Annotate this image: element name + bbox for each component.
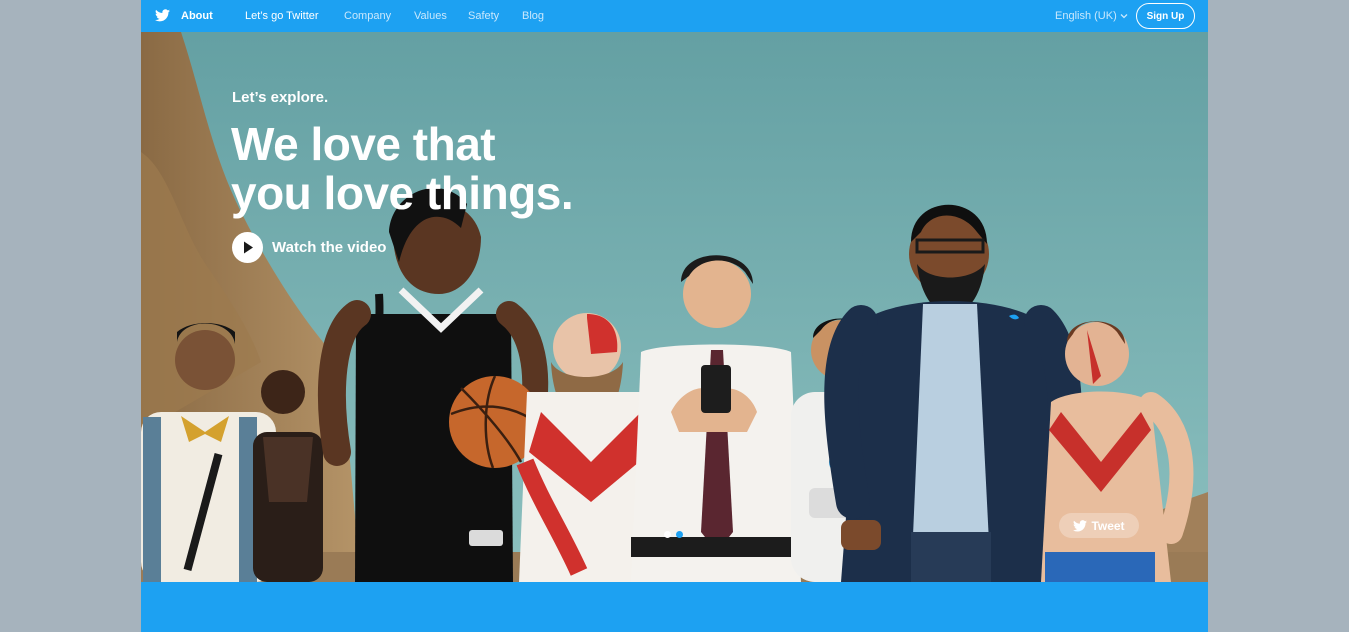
watch-video-button[interactable]: Watch the video [232, 232, 386, 263]
language-label: English (UK) [1055, 10, 1117, 22]
hero-title-line1: We love that [231, 118, 496, 170]
sign-up-button[interactable]: Sign Up [1136, 3, 1195, 29]
hero-banner: Let’s explore. We love that you love thi… [141, 32, 1208, 582]
play-button[interactable] [232, 232, 263, 263]
play-icon [243, 241, 253, 254]
hero-title-line2: you love things. [231, 167, 574, 219]
nav-about[interactable]: About [181, 10, 213, 22]
hero-photo [141, 32, 1208, 582]
tweet-label: Tweet [1091, 518, 1125, 533]
language-selector[interactable]: English (UK) [1055, 10, 1128, 22]
slide-indicators [664, 531, 683, 538]
nav-values[interactable]: Values [414, 10, 447, 22]
page-container: About Let’s go Twitter Company Values Sa… [141, 0, 1208, 632]
slide-dot-2[interactable] [676, 531, 683, 538]
slide-dot-1[interactable] [664, 531, 671, 538]
nav-blog[interactable]: Blog [522, 10, 544, 22]
tweet-button[interactable]: Tweet [1059, 513, 1139, 538]
watch-video-label[interactable]: Watch the video [272, 239, 386, 256]
bottom-band [141, 582, 1208, 632]
chevron-down-icon [1120, 14, 1128, 19]
hero-title: We love that you love things. [231, 118, 574, 219]
top-nav: About Let’s go Twitter Company Values Sa… [141, 0, 1208, 32]
twitter-bird-icon [1073, 519, 1088, 531]
hero-kicker: Let’s explore. [232, 89, 329, 106]
nav-company[interactable]: Company [344, 10, 391, 22]
twitter-bird-icon[interactable] [155, 9, 170, 22]
nav-safety[interactable]: Safety [468, 10, 499, 22]
nav-lets-go-twitter[interactable]: Let’s go Twitter [245, 10, 319, 22]
